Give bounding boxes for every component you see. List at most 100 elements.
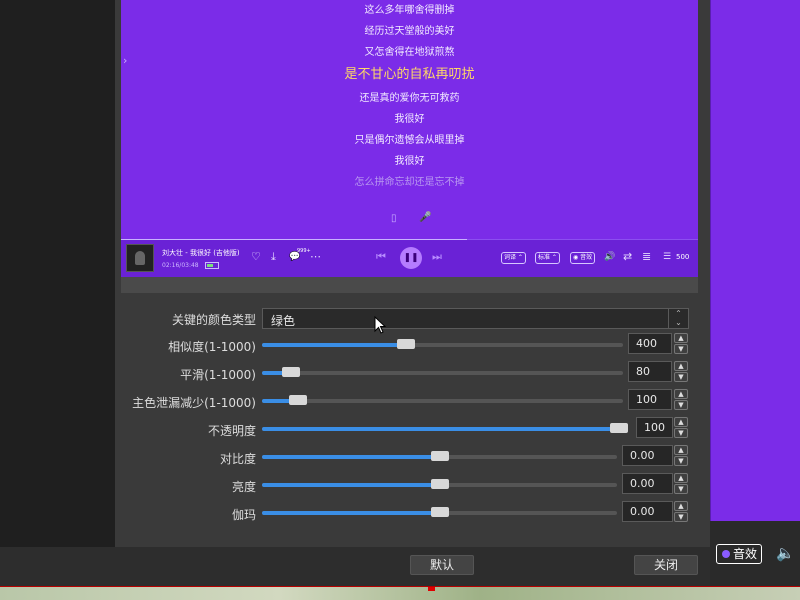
spin-down-icon[interactable]: ▼ — [674, 456, 688, 466]
similarity-spinner[interactable]: ▲ ▼ — [674, 333, 688, 354]
slider-fill — [262, 343, 407, 347]
brightness-input[interactable]: 0.00 — [622, 473, 673, 494]
contrast-slider[interactable] — [262, 451, 617, 461]
mouse-cursor-icon — [374, 316, 386, 334]
spill-reduction-slider[interactable] — [262, 395, 623, 405]
opacity-input[interactable]: 100 — [636, 417, 673, 438]
translate-icon[interactable]: ▯ — [391, 213, 397, 224]
slider-thumb[interactable] — [289, 395, 308, 405]
more-icon[interactable]: ⋯ — [310, 250, 321, 264]
lyric-line: 我很好 — [394, 156, 425, 167]
song-title[interactable]: 刘大壮 - 我很好 (吉他版) — [162, 248, 240, 258]
lyric-line: 还是真的爱你无可救药 — [359, 93, 460, 104]
download-icon[interactable]: ⤓ — [271, 250, 276, 264]
spin-down-icon[interactable]: ▼ — [674, 344, 688, 354]
lyric-line: 怎么拼命忘却还是忘不掉 — [354, 177, 465, 188]
contrast-input[interactable]: 0.00 — [622, 445, 673, 466]
similarity-label: 相似度(1-1000) — [168, 340, 256, 354]
close-button[interactable]: 关闭 — [634, 555, 698, 575]
smooth-label: 平滑(1-1000) — [180, 368, 256, 382]
microphone-icon[interactable]: 🎤 — [419, 212, 431, 223]
preview-area: › 这么多年哪舍得删掉 经历过天堂般的美好 又怎舍得在地狱煎熬 是不甘心的自私再… — [121, 0, 698, 293]
spill-reduction-input[interactable]: 100 — [628, 389, 672, 410]
repeat-icon[interactable]: ⇄ — [623, 250, 632, 264]
quality-button[interactable]: 标准 ⌃ — [535, 252, 560, 264]
next-icon[interactable]: ⏭ — [432, 250, 442, 264]
spill-reduction-spinner[interactable]: ▲ ▼ — [674, 389, 688, 410]
spin-up-icon[interactable]: ▲ — [674, 333, 688, 343]
defaults-button[interactable]: 默认 — [410, 555, 474, 575]
opacity-label: 不透明度 — [207, 424, 256, 438]
slider-fill — [262, 427, 619, 431]
brightness-spinner[interactable]: ▲ ▼ — [674, 473, 688, 494]
smooth-spinner[interactable]: ▲ ▼ — [674, 361, 688, 382]
similarity-slider[interactable] — [262, 339, 623, 349]
quality-indicator-icon — [205, 262, 219, 269]
spin-down-icon[interactable]: ▼ — [674, 512, 688, 522]
spin-up-icon[interactable]: ▲ — [674, 501, 688, 511]
lyric-line: 只是偶尔遗憾会从眼里掉 — [354, 135, 465, 146]
slider-thumb[interactable] — [281, 367, 300, 377]
spin-up-icon[interactable]: ▲ — [674, 445, 688, 455]
speaker-icon[interactable]: 🔈 — [776, 544, 795, 562]
playlist-count: 500 — [676, 253, 690, 261]
music-player-preview: › 这么多年哪舍得删掉 经历过天堂般的美好 又怎舍得在地狱煎熬 是不甘心的自私再… — [121, 0, 698, 277]
volume-icon[interactable]: 🔊 — [604, 250, 615, 264]
effect-button[interactable]: ◉ 音效 — [570, 252, 596, 264]
playlist-icon[interactable]: ☰ — [663, 250, 671, 264]
similarity-input[interactable]: 400 — [628, 333, 672, 354]
smooth-slider[interactable] — [262, 367, 623, 377]
smooth-input[interactable]: 80 — [628, 361, 672, 382]
slider-thumb[interactable] — [610, 423, 628, 433]
slider-fill — [262, 483, 440, 487]
chevron-updown-icon: ⌃ ⌄ — [668, 309, 688, 328]
brightness-label: 亮度 — [231, 480, 256, 494]
lyrics-mode-button[interactable]: 词译 ⌃ — [501, 252, 526, 264]
desktop-background-strip — [0, 587, 800, 600]
opacity-spinner[interactable]: ▲ ▼ — [674, 417, 688, 438]
lyrics-list-icon[interactable]: ≣ — [642, 250, 651, 264]
lyric-line: 这么多年哪舍得删掉 — [364, 5, 455, 16]
gamma-slider[interactable] — [262, 507, 617, 517]
gamma-input[interactable]: 0.00 — [622, 501, 673, 522]
album-cover[interactable] — [126, 244, 154, 272]
gamma-label: 伽玛 — [231, 508, 256, 522]
lyric-line: 我很好 — [394, 114, 425, 125]
brightness-slider[interactable] — [262, 479, 617, 489]
heart-icon[interactable]: ♡ — [251, 250, 261, 264]
comment-count: 999+ — [297, 248, 311, 254]
spin-up-icon[interactable]: ▲ — [674, 417, 688, 427]
player-control-bar: 刘大壮 - 我很好 (吉他版) 02:16/03:48 ♡ ⤓ 💬 999+ ⋯… — [121, 240, 698, 277]
effect-label: 音效 — [733, 547, 758, 561]
previous-icon[interactable]: ⏮ — [376, 250, 386, 264]
spill-reduction-label: 主色泄漏减少(1-1000) — [132, 396, 256, 410]
spin-up-icon[interactable]: ▲ — [674, 389, 688, 399]
spin-down-icon[interactable]: ▼ — [674, 400, 688, 410]
opacity-slider[interactable] — [262, 423, 628, 433]
contrast-spinner[interactable]: ▲ ▼ — [674, 445, 688, 466]
effect-button[interactable]: 音效 — [716, 544, 762, 564]
effect-dot-icon — [722, 550, 730, 558]
slider-thumb[interactable] — [397, 339, 416, 349]
color-type-select[interactable]: 绿色 ⌃ ⌄ — [262, 308, 689, 329]
slider-thumb[interactable] — [430, 479, 449, 489]
pause-button[interactable]: ❚❚ — [400, 247, 422, 269]
marker — [428, 587, 435, 591]
spin-down-icon[interactable]: ▼ — [674, 484, 688, 494]
spin-up-icon[interactable]: ▲ — [674, 473, 688, 483]
slider-thumb[interactable] — [430, 507, 449, 517]
background-window-left — [0, 0, 115, 547]
slider-fill — [262, 455, 440, 459]
gamma-spinner[interactable]: ▲ ▼ — [674, 501, 688, 522]
color-key-filter-dialog: › 这么多年哪舍得删掉 经历过天堂般的美好 又怎舍得在地狱煎熬 是不甘心的自私再… — [115, 0, 710, 547]
background-player-strip — [710, 0, 800, 521]
lyric-line: 又怎舍得在地狱煎熬 — [364, 47, 455, 58]
spin-down-icon[interactable]: ▼ — [674, 372, 688, 382]
lyric-line: 经历过天堂般的美好 — [364, 26, 455, 37]
dialog-footer — [0, 547, 710, 587]
spin-up-icon[interactable]: ▲ — [674, 361, 688, 371]
spin-down-icon[interactable]: ▼ — [674, 428, 688, 438]
contrast-label: 对比度 — [219, 452, 256, 466]
slider-thumb[interactable] — [430, 451, 449, 461]
song-time: 02:16/03:48 — [162, 262, 199, 269]
